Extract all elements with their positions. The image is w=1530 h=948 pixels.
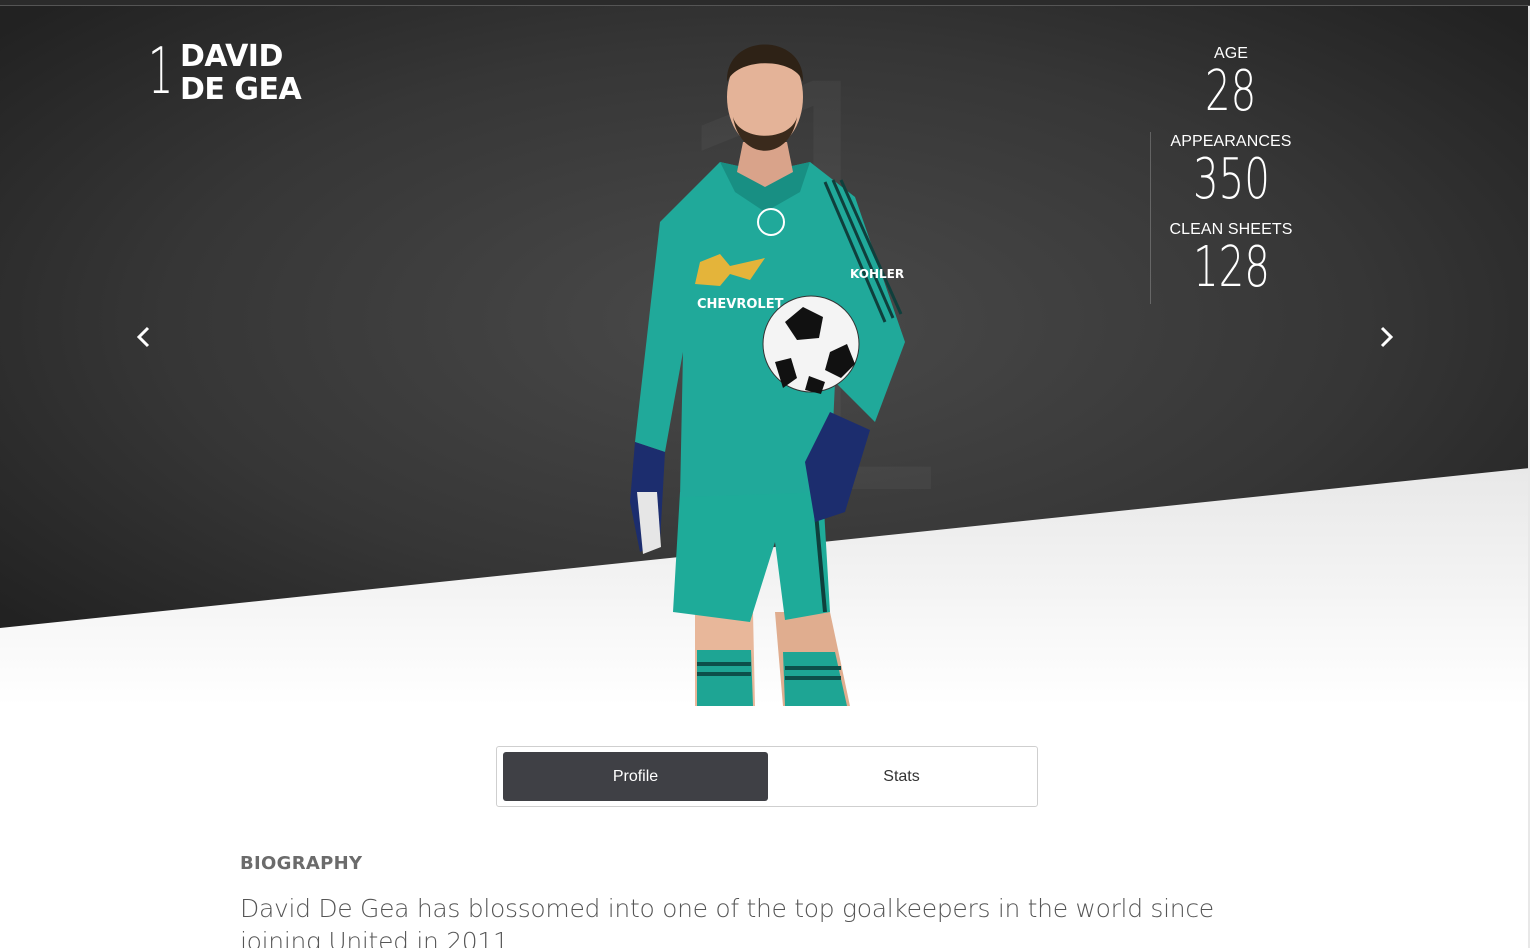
player-stats: AGE 28 APPEARANCES 350 CLEAN SHEETS 128 (1150, 44, 1312, 308)
player-first-name: DAVID (180, 39, 283, 74)
biography-text: David De Gea has blossomed into one of t… (240, 894, 1214, 948)
chevron-right-icon (1380, 326, 1394, 348)
previous-player-button[interactable] (129, 322, 159, 352)
player-name-block: 1 DAVID DE GEA (148, 35, 302, 109)
kit-sponsor: CHEVROLET (697, 297, 784, 312)
next-player-button[interactable] (1371, 322, 1401, 352)
stat-clean-sheets: CLEAN SHEETS 128 (1150, 220, 1312, 308)
sleeve-sponsor: KOHLER (850, 267, 904, 281)
profile-tabs: Profile Stats (496, 746, 1038, 807)
player-hero: 1 1 DAVID DE GEA CHEVROLET KOHLER (0, 6, 1530, 706)
chevron-left-icon (136, 326, 150, 348)
player-last-name: DE GEA (180, 72, 302, 107)
stat-age: AGE 28 (1150, 44, 1312, 132)
tab-stats[interactable]: Stats (769, 752, 1034, 801)
shirt-number: 1 (148, 35, 174, 109)
stat-value: 128 (1192, 235, 1270, 300)
stat-value: 350 (1192, 147, 1270, 212)
stat-value: 28 (1205, 59, 1257, 124)
tab-profile[interactable]: Profile (503, 752, 768, 801)
stat-appearances: APPEARANCES 350 (1150, 132, 1312, 220)
player-photo: CHEVROLET KOHLER (630, 44, 905, 706)
stats-divider (1150, 132, 1151, 304)
biography-heading: BIOGRAPHY (240, 853, 363, 874)
player-name: DAVID DE GEA (180, 39, 302, 107)
